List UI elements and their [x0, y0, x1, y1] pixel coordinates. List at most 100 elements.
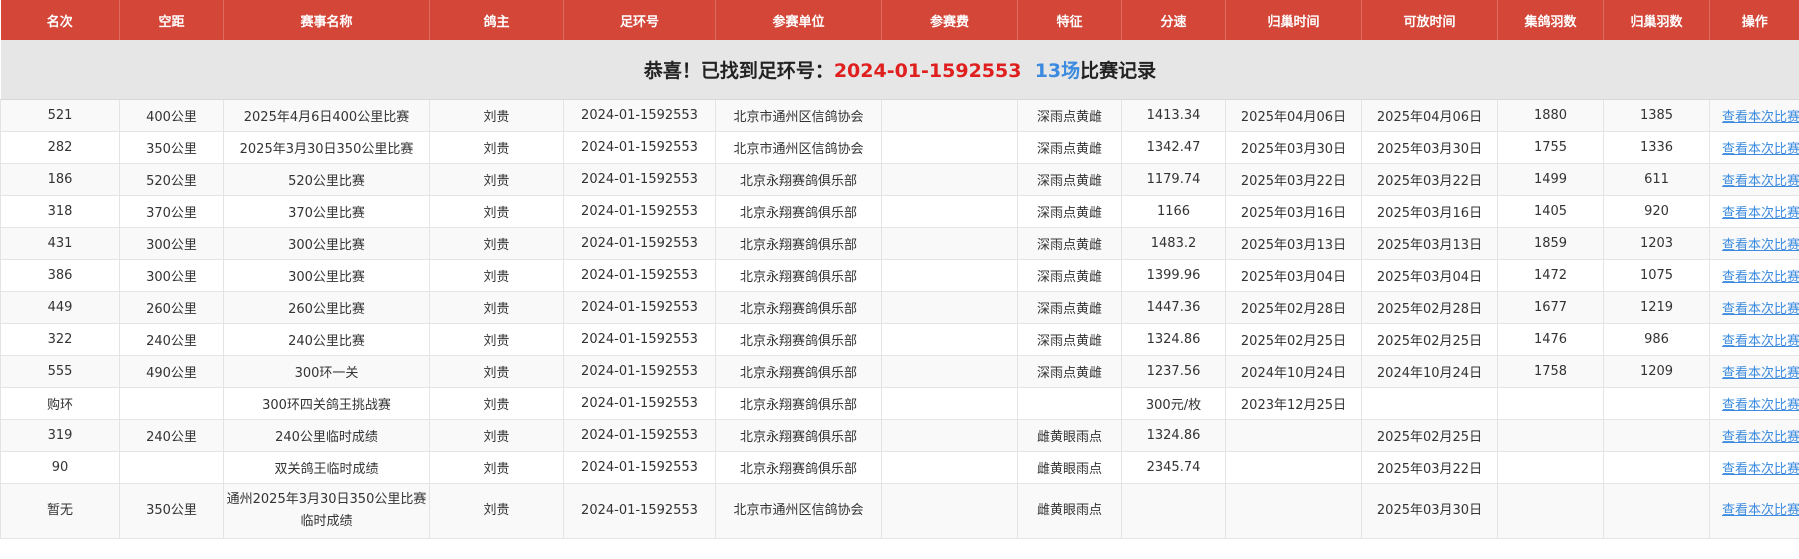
table-row: 暂无 350公里 通州2025年3月30日350公里比赛临时成绩 刘贵 2024-01-…: [0, 483, 1799, 539]
table-row: 555 490公里 300环一关 刘贵 2024-01-1592553 北京永翔赛鸽俱乐部…: [0, 355, 1799, 388]
cell-action: 查看本次比赛: [1709, 259, 1799, 292]
banner-prefix: 恭喜！已找到足环号：: [643, 60, 834, 82]
view-race-link[interactable]: 查看本次比赛: [1722, 174, 1799, 189]
cell-fee: [881, 259, 1018, 292]
cell-race-name: 2025年3月30日350公里比赛: [223, 131, 430, 164]
view-race-link[interactable]: 查看本次比赛: [1722, 430, 1799, 445]
cell-release-time: 2025年04月06日: [1361, 99, 1498, 132]
view-race-link[interactable]: 查看本次比赛: [1722, 366, 1799, 381]
cell-returned-count: 986: [1603, 323, 1710, 356]
table-header-row: 名次 空距 赛事名称 鸽主 足环号 参赛单位 参赛费 特征 分速 归巢时间 可放…: [0, 0, 1799, 40]
cell-action: 查看本次比赛: [1709, 419, 1799, 452]
table-row: 购环 300环四关鸽王挑战赛 刘贵 2024-01-1592553 北京永翔赛鸽俱乐部 3…: [0, 387, 1799, 420]
cell-distance: 300公里: [119, 227, 224, 260]
view-race-link[interactable]: 查看本次比赛: [1722, 270, 1799, 285]
view-race-link[interactable]: 查看本次比赛: [1722, 142, 1799, 157]
banner-suffix: 比赛记录: [1080, 60, 1157, 82]
cell-feature: 雌黄眼雨点: [1017, 483, 1122, 539]
cell-rank: 449: [0, 291, 120, 324]
cell-unit: 北京市通州区信鸽协会: [715, 131, 882, 164]
view-race-link[interactable]: 查看本次比赛: [1722, 206, 1799, 221]
cell-ring-number: 2024-01-1592553: [563, 323, 716, 356]
table-row: 318 370公里 370公里比赛 刘贵 2024-01-1592553 北京永翔赛鸽俱乐…: [0, 195, 1799, 228]
cell-fee: [881, 451, 1018, 484]
col-header-ring-number: 足环号: [563, 0, 716, 40]
cell-unit: 北京永翔赛鸽俱乐部: [715, 451, 882, 484]
view-race-link[interactable]: 查看本次比赛: [1722, 110, 1799, 125]
cell-speed: 1399.96: [1121, 259, 1226, 292]
cell-release-time: 2025年03月22日: [1361, 163, 1498, 196]
cell-owner: 刘贵: [429, 131, 564, 164]
cell-returned-count: 1336: [1603, 131, 1710, 164]
cell-race-name: 260公里比赛: [223, 291, 430, 324]
cell-owner: 刘贵: [429, 451, 564, 484]
cell-owner: 刘贵: [429, 163, 564, 196]
cell-returned-count: 1385: [1603, 99, 1710, 132]
cell-returned-count: [1603, 419, 1710, 452]
cell-returned-count: [1603, 483, 1710, 539]
cell-returned-count: [1603, 451, 1710, 484]
cell-action: 查看本次比赛: [1709, 323, 1799, 356]
cell-race-name: 300环一关: [223, 355, 430, 388]
cell-returned-count: 1203: [1603, 227, 1710, 260]
cell-action: 查看本次比赛: [1709, 291, 1799, 324]
col-header-owner: 鸽主: [429, 0, 564, 40]
cell-race-name: 370公里比赛: [223, 195, 430, 228]
cell-returned-count: 1219: [1603, 291, 1710, 324]
cell-unit: 北京永翔赛鸽俱乐部: [715, 291, 882, 324]
cell-feature: 雌黄眼雨点: [1017, 451, 1122, 484]
cell-return-time: 2025年03月04日: [1225, 259, 1362, 292]
cell-action: 查看本次比赛: [1709, 483, 1799, 539]
cell-collected-count: 1677: [1497, 291, 1604, 324]
cell-fee: [881, 387, 1018, 420]
cell-rank: 319: [0, 419, 120, 452]
cell-speed: 1324.86: [1121, 323, 1226, 356]
cell-unit: 北京永翔赛鸽俱乐部: [715, 323, 882, 356]
cell-unit: 北京市通州区信鸽协会: [715, 99, 882, 132]
cell-feature: 深雨点黄雌: [1017, 355, 1122, 388]
view-race-link[interactable]: 查看本次比赛: [1722, 503, 1799, 518]
cell-owner: 刘贵: [429, 419, 564, 452]
cell-race-name: 300公里比赛: [223, 259, 430, 292]
view-race-link[interactable]: 查看本次比赛: [1722, 398, 1799, 413]
view-race-link[interactable]: 查看本次比赛: [1722, 302, 1799, 317]
table-row: 449 260公里 260公里比赛 刘贵 2024-01-1592553 北京永翔赛鸽俱乐…: [0, 291, 1799, 324]
cell-unit: 北京永翔赛鸽俱乐部: [715, 195, 882, 228]
col-header-collected-count: 集鸽羽数: [1497, 0, 1604, 40]
cell-release-time: 2024年10月24日: [1361, 355, 1498, 388]
cell-unit: 北京永翔赛鸽俱乐部: [715, 419, 882, 452]
cell-feature: 深雨点黄雌: [1017, 259, 1122, 292]
cell-return-time: 2025年03月13日: [1225, 227, 1362, 260]
cell-ring-number: 2024-01-1592553: [563, 387, 716, 420]
cell-ring-number: 2024-01-1592553: [563, 419, 716, 452]
view-race-link[interactable]: 查看本次比赛: [1722, 238, 1799, 253]
view-race-link[interactable]: 查看本次比赛: [1722, 462, 1799, 477]
cell-ring-number: 2024-01-1592553: [563, 291, 716, 324]
cell-feature: 深雨点黄雌: [1017, 163, 1122, 196]
cell-distance: 400公里: [119, 99, 224, 132]
cell-release-time: 2025年03月04日: [1361, 259, 1498, 292]
cell-rank: 521: [0, 99, 120, 132]
cell-feature: 深雨点黄雌: [1017, 227, 1122, 260]
cell-rank: 322: [0, 323, 120, 356]
cell-speed: [1121, 483, 1226, 539]
cell-speed: 1483.2: [1121, 227, 1226, 260]
cell-owner: 刘贵: [429, 195, 564, 228]
cell-action: 查看本次比赛: [1709, 195, 1799, 228]
cell-returned-count: 1075: [1603, 259, 1710, 292]
banner-message: 恭喜！已找到足环号：2024-01-1592553 13场比赛记录: [0, 40, 1799, 100]
view-race-link[interactable]: 查看本次比赛: [1722, 334, 1799, 349]
cell-return-time: 2025年02月25日: [1225, 323, 1362, 356]
results-page: 名次 空距 赛事名称 鸽主 足环号 参赛单位 参赛费 特征 分速 归巢时间 可放…: [0, 0, 1799, 539]
cell-speed: 2345.74: [1121, 451, 1226, 484]
cell-rank: 318: [0, 195, 120, 228]
cell-speed: 1342.47: [1121, 131, 1226, 164]
cell-return-time: 2024年10月24日: [1225, 355, 1362, 388]
table-row: 431 300公里 300公里比赛 刘贵 2024-01-1592553 北京永翔赛鸽俱乐…: [0, 227, 1799, 260]
cell-owner: 刘贵: [429, 355, 564, 388]
cell-rank: 555: [0, 355, 120, 388]
cell-owner: 刘贵: [429, 99, 564, 132]
race-results-table: 名次 空距 赛事名称 鸽主 足环号 参赛单位 参赛费 特征 分速 归巢时间 可放…: [0, 0, 1799, 539]
cell-race-name: 300环四关鸽王挑战赛: [223, 387, 430, 420]
cell-speed: 1179.74: [1121, 163, 1226, 196]
